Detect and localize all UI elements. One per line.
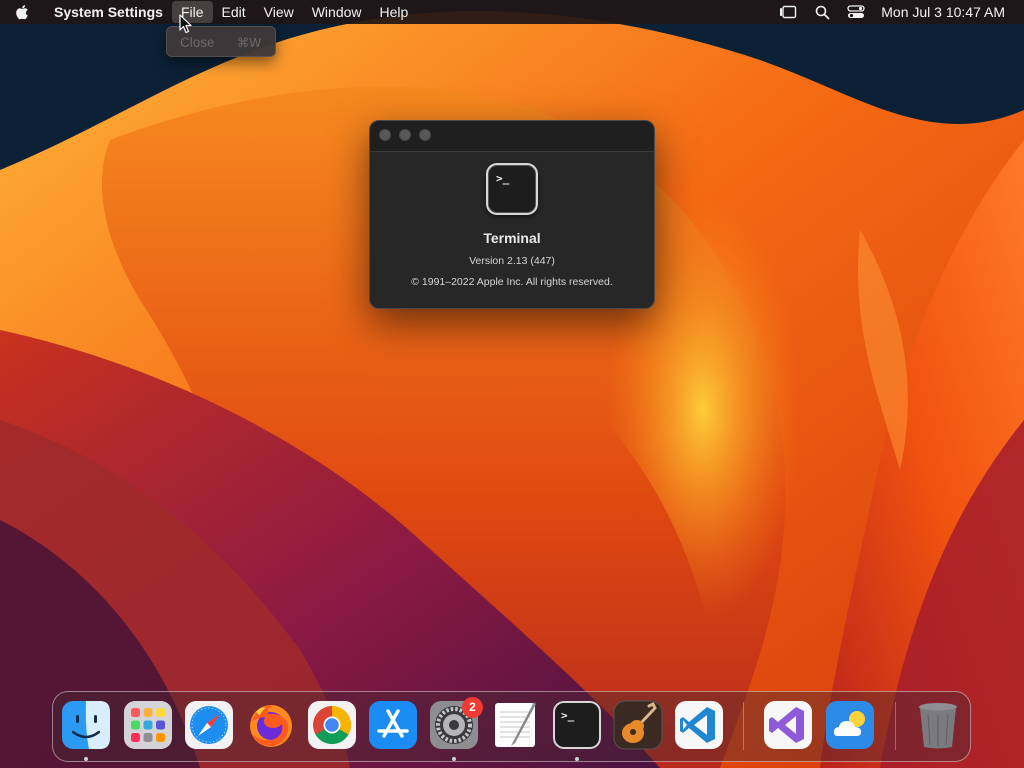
menu-item-label: Close — [180, 34, 215, 50]
control-center-icon[interactable] — [839, 0, 873, 24]
menu-bar: System Settings File Edit View Window He… — [0, 0, 1024, 24]
safari-icon[interactable] — [184, 700, 234, 750]
stage-manager-icon[interactable] — [771, 0, 805, 24]
about-copyright: © 1991–2022 Apple Inc. All rights reserv… — [411, 276, 613, 288]
chrome-icon[interactable] — [307, 700, 357, 750]
textedit-icon[interactable] — [491, 700, 541, 750]
notification-badge: 2 — [462, 697, 483, 718]
mouse-cursor-icon — [179, 14, 192, 34]
about-app-name: Terminal — [483, 230, 541, 246]
menu-app-name[interactable]: System Settings — [44, 1, 172, 23]
menu-bar-clock[interactable]: Mon Jul 3 10:47 AM — [873, 4, 1024, 20]
app-store-icon[interactable] — [368, 700, 418, 750]
menu-item-shortcut: ⌘W — [236, 35, 261, 50]
visual-studio-icon[interactable] — [763, 700, 813, 750]
terminal-prompt-glyph: >_ — [496, 172, 510, 185]
launchpad-icon[interactable] — [123, 700, 173, 750]
menu-help[interactable]: Help — [371, 1, 418, 23]
close-window-button[interactable] — [379, 129, 391, 141]
minimize-window-button[interactable] — [399, 129, 411, 141]
garageband-icon[interactable] — [613, 700, 663, 750]
menu-view[interactable]: View — [255, 1, 303, 23]
dock-separator — [743, 702, 744, 750]
menu-edit[interactable]: Edit — [213, 1, 255, 23]
trash-icon[interactable] — [913, 700, 963, 750]
about-app-version: Version 2.13 (447) — [469, 255, 555, 267]
running-indicator-finder — [84, 757, 88, 761]
running-indicator-terminal — [575, 757, 579, 761]
apple-menu-icon[interactable] — [0, 0, 44, 24]
svg-text:>_: >_ — [561, 709, 575, 722]
finder-icon[interactable] — [61, 700, 111, 750]
window-titlebar[interactable] — [370, 121, 654, 152]
about-terminal-window: >_ Terminal Version 2.13 (447) © 1991–20… — [369, 120, 655, 309]
terminal-app-icon: >_ — [486, 163, 538, 215]
dock-separator — [895, 702, 896, 750]
search-icon[interactable] — [805, 0, 839, 24]
firefox-icon[interactable] — [246, 700, 296, 750]
terminal-icon[interactable]: >_ — [552, 700, 602, 750]
zoom-window-button[interactable] — [419, 129, 431, 141]
menu-window[interactable]: Window — [303, 1, 371, 23]
running-indicator-system-settings — [452, 757, 456, 761]
vscode-icon[interactable] — [674, 700, 724, 750]
menu-item-close[interactable]: Close ⌘W — [171, 31, 271, 53]
desktop-wallpaper — [0, 0, 1024, 768]
weather-icon[interactable] — [825, 700, 875, 750]
